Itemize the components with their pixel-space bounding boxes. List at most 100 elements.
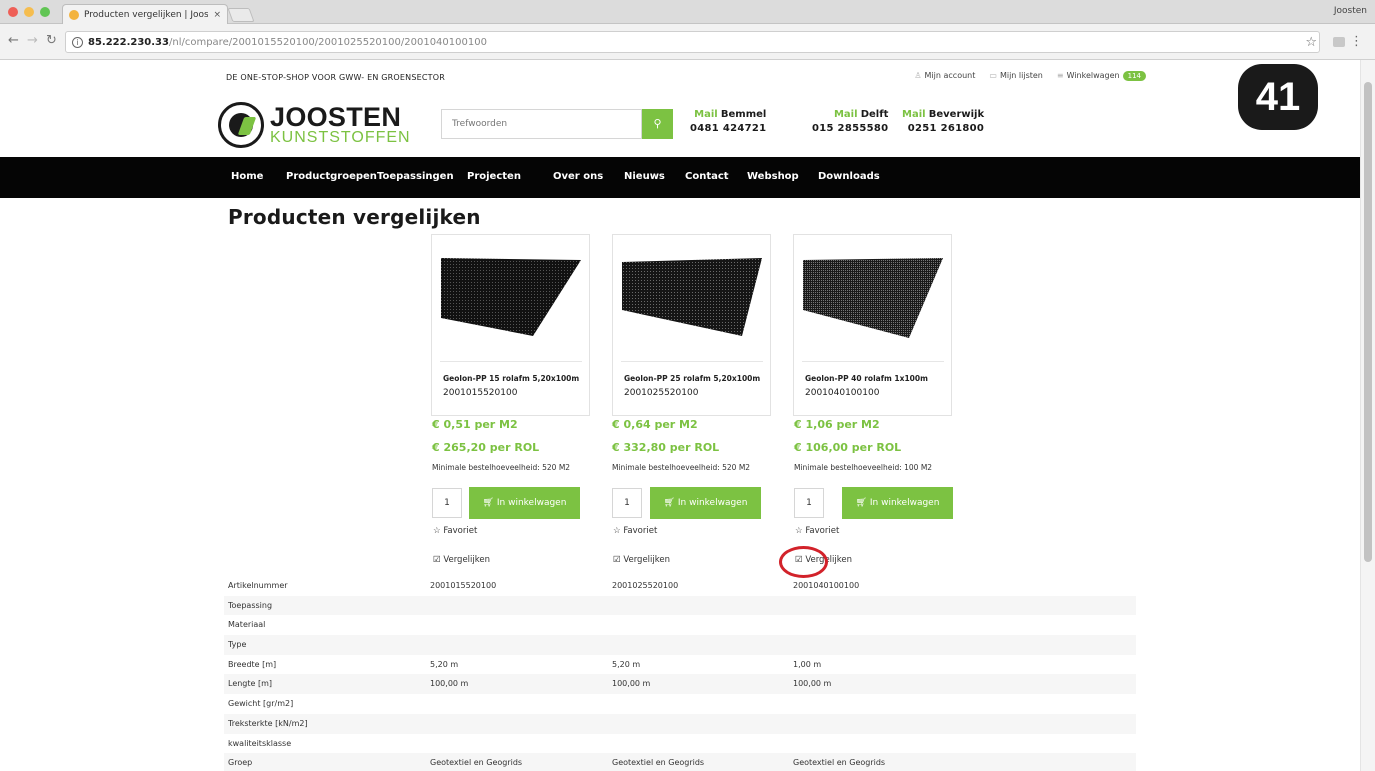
spec-row: Lengte [m] 100,00 m 100,00 m 100,00 m (224, 674, 1136, 695)
bookmark-star-icon[interactable]: ☆ (1305, 35, 1317, 50)
lists-link[interactable]: ▭ Mijn lijsten (989, 71, 1043, 80)
spec-row: Artikelnummer 2001015520100 200102552010… (224, 576, 1136, 596)
site-logo[interactable]: JOOSTEN KUNSTSTOFFEN (218, 102, 411, 148)
favorite-label: Favoriet (623, 526, 658, 536)
product-card[interactable]: Geolon-PP 25 rolafm 5,20x100m 2001025520… (612, 234, 771, 416)
add-to-cart-button[interactable]: 🛒︎ In winkelwagen (650, 487, 761, 519)
card-divider (621, 361, 763, 362)
maximize-window-icon[interactable] (40, 7, 50, 17)
back-icon[interactable]: ← (8, 33, 19, 48)
spec-value: 100,00 m (793, 679, 832, 689)
checkbox-checked-icon: ☑ (433, 555, 444, 565)
spec-row: kwaliteitsklasse (224, 734, 1136, 754)
address-bar[interactable]: i 85.222.230.33 /nl/compare/200101552010… (65, 31, 1320, 53)
add-to-cart-button[interactable]: 🛒︎ In winkelwagen (842, 487, 953, 519)
user-icon: ♙ (914, 71, 922, 80)
product-card[interactable]: Geolon-PP 40 rolafm 1x100m 2001040100100 (793, 234, 952, 416)
scrollbar-thumb[interactable] (1364, 82, 1372, 562)
favorite-toggle[interactable]: ☆ Favoriet (613, 526, 657, 536)
phone-city: Delft (860, 109, 889, 120)
phone-number[interactable]: 015 2855580 (812, 122, 888, 136)
reload-icon[interactable]: ↻ (46, 33, 57, 48)
product-code: 2001025520100 (624, 388, 699, 398)
spec-value: 1,00 m (793, 659, 822, 669)
lists-label: Mijn lijsten (999, 71, 1043, 80)
spec-value: Geotextiel en Geogrids (793, 758, 886, 768)
forward-icon[interactable]: → (27, 33, 38, 48)
mail-label[interactable]: Mail (834, 109, 858, 120)
tab-close-icon[interactable]: × (213, 10, 221, 20)
profile-name[interactable]: Joosten (1334, 6, 1367, 16)
quantity-input[interactable]: 1 (612, 488, 642, 518)
new-tab-button[interactable] (227, 8, 255, 22)
compare-checkbox[interactable]: ☑ Vergelijken (613, 555, 670, 565)
add-to-cart-label: In winkelwagen (869, 498, 940, 508)
web-page: DE ONE-STOP-SHOP VOOR GWW- EN GROENSECTO… (0, 60, 1360, 771)
mail-label[interactable]: Mail (694, 109, 718, 120)
spec-row: Gewicht [gr/m2] (224, 694, 1136, 714)
nav-nieuws[interactable]: Nieuws (624, 171, 665, 182)
favorite-toggle[interactable]: ☆ Favoriet (433, 526, 477, 536)
price-per-rol: € 265,20 per ROL (432, 441, 540, 454)
product-name[interactable]: Geolon-PP 25 rolafm 5,20x100m (624, 374, 769, 383)
product-image[interactable] (441, 258, 581, 340)
card-divider (802, 361, 944, 362)
favorite-label: Favoriet (805, 526, 840, 536)
vertical-scrollbar[interactable] (1360, 60, 1375, 771)
search-input[interactable] (441, 109, 642, 139)
min-order-text: Minimale bestelhoeveelheid: 520 M2 (612, 463, 751, 472)
phone-number[interactable]: 0251 261800 (902, 122, 984, 136)
phone-bemmel: Mail Bemmel 0481 424721 (690, 108, 766, 136)
nav-toepassingen[interactable]: Toepassingen (377, 171, 454, 182)
quantity-input[interactable]: 1 (432, 488, 462, 518)
spec-label: Groep (228, 758, 253, 768)
compare-checkbox[interactable]: ☑ Vergelijken (433, 555, 490, 565)
spec-label: kwaliteitsklasse (228, 738, 292, 748)
spec-label: Treksterkte [kN/m2] (228, 718, 308, 728)
nav-home[interactable]: Home (231, 171, 263, 182)
price-per-m2: € 0,64 per M2 (612, 418, 698, 431)
spec-label: Materiaal (228, 620, 266, 630)
spec-row: Materiaal (224, 615, 1136, 635)
product-image[interactable] (803, 258, 943, 340)
browser-toolbar: ← → ↻ i 85.222.230.33 /nl/compare/200101… (0, 24, 1375, 60)
star-icon: ☆ (795, 526, 806, 536)
step-number-badge: 41 (1238, 64, 1318, 130)
nav-downloads[interactable]: Downloads (818, 171, 880, 182)
product-name[interactable]: Geolon-PP 15 rolafm 5,20x100m (443, 374, 588, 383)
search-button[interactable]: ⚲ (642, 109, 673, 139)
spec-value: 100,00 m (430, 679, 469, 689)
quantity-input[interactable]: 1 (794, 488, 824, 518)
account-link[interactable]: ♙ Mijn account (914, 71, 975, 80)
min-order-text: Minimale bestelhoeveelheid: 100 M2 (794, 463, 933, 472)
minimize-window-icon[interactable] (24, 7, 34, 17)
nav-contact[interactable]: Contact (685, 171, 729, 182)
info-icon[interactable]: i (72, 36, 83, 48)
spec-label: Breedte [m] (228, 659, 277, 669)
spec-label: Lengte [m] (228, 679, 273, 689)
favorite-toggle[interactable]: ☆ Favoriet (795, 526, 839, 536)
star-icon: ☆ (433, 526, 444, 536)
extension-icon[interactable] (1333, 37, 1345, 47)
compare-label: Vergelijken (623, 555, 671, 565)
nav-productgroepen[interactable]: Productgroepen (286, 171, 377, 182)
product-card[interactable]: Geolon-PP 15 rolafm 5,20x100m 2001015520… (431, 234, 590, 416)
browser-menu-icon[interactable]: ⋮ (1350, 34, 1363, 49)
nav-webshop[interactable]: Webshop (747, 171, 799, 182)
spec-row: Groep Geotextiel en Geogrids Geotextiel … (224, 753, 1136, 771)
nav-projecten[interactable]: Projecten (467, 171, 521, 182)
spec-label: Type (228, 640, 247, 650)
favicon-icon (69, 10, 79, 20)
spec-value: 2001025520100 (612, 581, 679, 590)
product-name[interactable]: Geolon-PP 40 rolafm 1x100m (805, 374, 950, 383)
phone-number[interactable]: 0481 424721 (690, 122, 766, 136)
browser-tab[interactable]: Producten vergelijken | Jooste × (62, 4, 228, 25)
account-label: Mijn account (924, 71, 976, 80)
close-window-icon[interactable] (8, 7, 18, 17)
mail-label[interactable]: Mail (902, 109, 926, 120)
product-image[interactable] (622, 258, 762, 340)
checkbox-checked-icon: ☑ (613, 555, 624, 565)
cart-link[interactable]: ≡ Winkelwagen 114 (1057, 71, 1146, 81)
nav-over-ons[interactable]: Over ons (553, 171, 603, 182)
add-to-cart-button[interactable]: 🛒︎ In winkelwagen (469, 487, 580, 519)
